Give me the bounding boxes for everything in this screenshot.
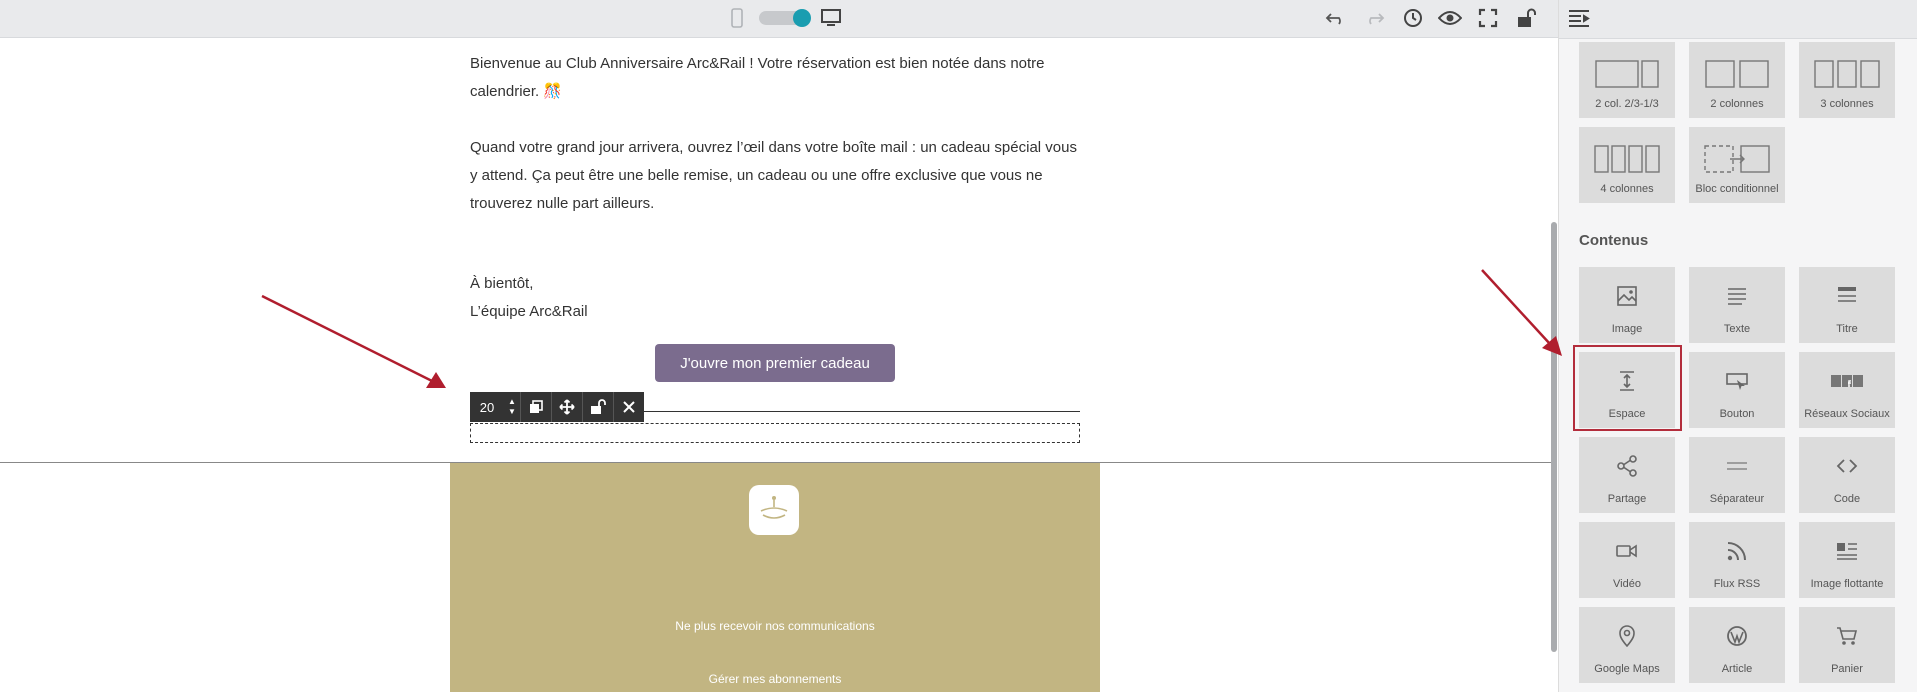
sidebar-collapse-icon[interactable]	[1567, 6, 1591, 30]
spacer-height-value[interactable]: 20	[470, 400, 504, 415]
tile-label: 3 colonnes	[1820, 98, 1874, 110]
tile-label: Panier	[1831, 663, 1863, 675]
red-arrow-right	[1481, 269, 1562, 356]
title-icon	[1799, 285, 1895, 307]
history-icon[interactable]	[1400, 6, 1424, 30]
layout-tile-2col[interactable]: 2 colonnes	[1689, 42, 1785, 118]
desktop-view-icon[interactable]	[819, 6, 843, 30]
content-tile-title[interactable]: Titre	[1799, 267, 1895, 343]
tile-label: Code	[1833, 493, 1861, 505]
content-tile-separator[interactable]: Séparateur	[1689, 437, 1785, 513]
code-icon	[1799, 455, 1895, 477]
email-canvas: Bienvenue au Club Anniversaire Arc&Rail …	[0, 38, 1552, 692]
height-stepper[interactable]: ▲ ▼	[504, 397, 520, 417]
content-tile-rss[interactable]: Flux RSS	[1689, 522, 1785, 598]
manage-subscriptions-link[interactable]: Gérer mes abonnements	[450, 672, 1100, 686]
move-icon[interactable]	[551, 392, 582, 422]
text-line: trouverez nulle part ailleurs.	[470, 195, 655, 212]
rss-icon	[1689, 540, 1785, 562]
preview-eye-icon[interactable]	[1438, 6, 1462, 30]
undo-icon[interactable]	[1324, 6, 1348, 30]
tile-label: 2 colonnes	[1710, 98, 1764, 110]
image-icon	[1579, 285, 1675, 307]
tile-label: Texte	[1723, 323, 1751, 335]
signoff-text: À bientôt,	[470, 275, 534, 292]
redo-icon[interactable]	[1362, 6, 1386, 30]
map-pin-icon	[1579, 625, 1675, 647]
body-paragraph[interactable]: Bienvenue au Club Anniversaire Arc&Rail …	[470, 50, 1090, 106]
unsubscribe-link[interactable]: Ne plus recevoir nos communications	[450, 619, 1100, 633]
mobile-view-icon[interactable]	[725, 6, 749, 30]
text-line: Quand votre grand jour arrivera, ouvrez …	[470, 139, 1077, 156]
unlock-block-icon[interactable]	[582, 392, 613, 422]
video-icon	[1579, 540, 1675, 562]
spacer-tile-highlight	[1573, 345, 1682, 431]
content-tile-video[interactable]: Vidéo	[1579, 522, 1675, 598]
brand-logo	[749, 485, 799, 535]
tile-label: Partage	[1607, 493, 1647, 505]
tile-label: Réseaux Sociaux	[1804, 408, 1890, 420]
delete-block-icon[interactable]	[613, 392, 644, 422]
unlock-icon[interactable]	[1514, 6, 1538, 30]
editor-toolbar	[0, 0, 1558, 38]
tile-label: Image	[1611, 323, 1643, 335]
text-line: calendrier.	[470, 83, 540, 100]
tile-label: Flux RSS	[1713, 578, 1761, 590]
duplicate-icon[interactable]	[520, 392, 551, 422]
body-paragraph[interactable]: Quand votre grand jour arrivera, ouvrez …	[470, 134, 1090, 218]
section-title-contents: Contenus	[1579, 232, 1649, 249]
sidebar-header	[1559, 0, 1917, 39]
content-tile-button[interactable]: Bouton	[1689, 352, 1785, 428]
content-tile-google-maps[interactable]: Google Maps	[1579, 607, 1675, 683]
team-text: L’équipe Arc&Rail	[470, 303, 588, 320]
stepper-down-icon[interactable]: ▼	[508, 407, 516, 417]
email-footer: Ne plus recevoir nos communications Gére…	[450, 463, 1100, 692]
tile-label: 4 colonnes	[1600, 183, 1654, 195]
confetti-emoji-icon: 🎊	[543, 83, 563, 100]
red-arrow-left	[261, 294, 446, 388]
tile-label: Titre	[1836, 323, 1858, 335]
content-tile-social[interactable]: Réseaux Sociaux	[1799, 352, 1895, 428]
device-switcher	[725, 6, 843, 30]
layout-tile-2col-2-3[interactable]: 2 col. 2/3-1/3	[1579, 42, 1675, 118]
layout-tile-4col[interactable]: 4 colonnes	[1579, 127, 1675, 203]
content-tile-text[interactable]: Texte	[1689, 267, 1785, 343]
tile-label: 2 col. 2/3-1/3	[1595, 98, 1659, 110]
social-icon	[1799, 370, 1895, 392]
block-toolbar: 20 ▲ ▼	[470, 392, 644, 422]
tile-label: Bouton	[1719, 408, 1755, 420]
content-tile-code[interactable]: Code	[1799, 437, 1895, 513]
content-tile-cart[interactable]: Panier	[1799, 607, 1895, 683]
signoff-block[interactable]: À bientôt, L’équipe Arc&Rail	[470, 270, 1090, 326]
fullscreen-icon[interactable]	[1476, 6, 1500, 30]
tile-label: Google Maps	[1594, 663, 1660, 675]
text-line: y attend. Ça peut être une belle remise,…	[470, 167, 1043, 184]
button-icon	[1689, 370, 1785, 392]
floating-image-icon	[1799, 540, 1895, 562]
device-toggle[interactable]	[759, 9, 811, 27]
tile-label: Vidéo	[1613, 578, 1641, 590]
tile-label: Image flottante	[1810, 578, 1884, 590]
content-tile-floating-image[interactable]: Image flottante	[1799, 522, 1895, 598]
separator-icon	[1689, 455, 1785, 477]
content-tile-image[interactable]: Image	[1579, 267, 1675, 343]
stepper-up-icon[interactable]: ▲	[508, 397, 516, 407]
text-line: Bienvenue au Club Anniversaire Arc&Rail …	[470, 55, 1045, 72]
share-icon	[1579, 455, 1675, 477]
content-tile-share[interactable]: Partage	[1579, 437, 1675, 513]
tile-label: Séparateur	[1709, 493, 1765, 505]
content-tile-article[interactable]: Article	[1689, 607, 1785, 683]
wordpress-icon	[1689, 625, 1785, 647]
layout-tile-3col[interactable]: 3 colonnes	[1799, 42, 1895, 118]
tile-label: Bloc conditionnel	[1695, 183, 1779, 195]
cta-button[interactable]: J'ouvre mon premier cadeau	[655, 344, 895, 382]
cart-icon	[1799, 625, 1895, 647]
tile-label: Article	[1721, 663, 1753, 675]
layout-tile-conditional[interactable]: Bloc conditionnel	[1689, 127, 1785, 203]
text-icon	[1689, 285, 1785, 307]
spacer-block[interactable]	[470, 423, 1080, 443]
